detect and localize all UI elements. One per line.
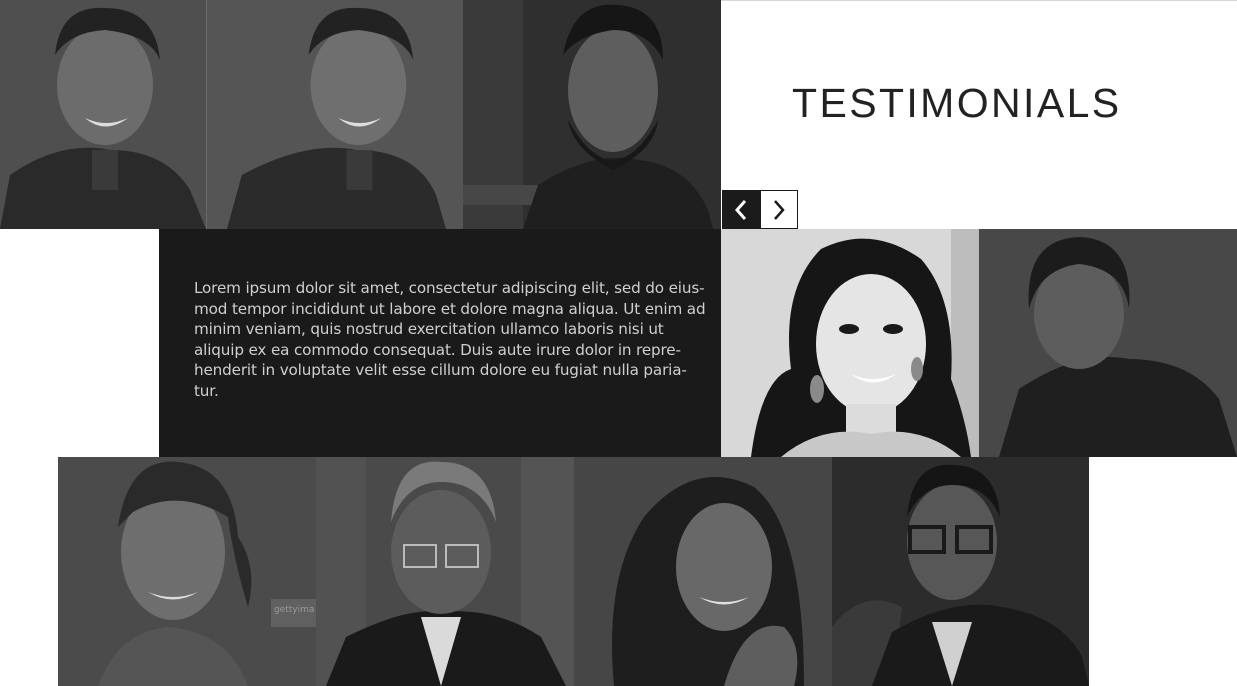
quote-line: Lorem ipsum dolor sit amet, consectetur … bbox=[194, 279, 705, 297]
testimonial-photo-8[interactable] bbox=[574, 457, 832, 686]
testimonial-photo-6[interactable]: gettyima bbox=[58, 457, 316, 686]
previous-testimonial-button[interactable] bbox=[722, 190, 760, 229]
page-title: TESTIMONIALS bbox=[792, 80, 1122, 126]
quote-line: henderit in voluptate velit esse cillum … bbox=[194, 361, 687, 379]
next-testimonial-button[interactable] bbox=[760, 190, 798, 229]
testimonial-photo-2[interactable] bbox=[206, 0, 463, 229]
quote-line: minim veniam, quis nostrud exercitation … bbox=[194, 320, 664, 338]
testimonial-photo-1[interactable] bbox=[0, 0, 206, 229]
chevron-right-icon bbox=[774, 199, 785, 220]
testimonial-quote-panel: Lorem ipsum dolor sit amet, consectetur … bbox=[159, 229, 721, 457]
quote-line: aliquip ex ea commodo consequat. Duis au… bbox=[194, 340, 681, 359]
watermark-text: gettyima bbox=[274, 605, 314, 615]
testimonial-photo-5[interactable] bbox=[979, 229, 1237, 457]
testimonial-photo-active[interactable] bbox=[721, 229, 979, 457]
testimonial-photo-9[interactable] bbox=[832, 457, 1089, 686]
testimonial-photo-3[interactable] bbox=[463, 0, 721, 229]
quote-line: tur. bbox=[194, 381, 219, 400]
quote-line: mod tempor incididunt ut labore et dolor… bbox=[194, 299, 706, 318]
testimonial-photo-7[interactable] bbox=[316, 457, 574, 686]
chevron-left-icon bbox=[734, 199, 747, 220]
testimonial-quote: Lorem ipsum dolor sit amet, consectetur … bbox=[194, 278, 706, 401]
header-divider bbox=[721, 0, 1237, 1]
